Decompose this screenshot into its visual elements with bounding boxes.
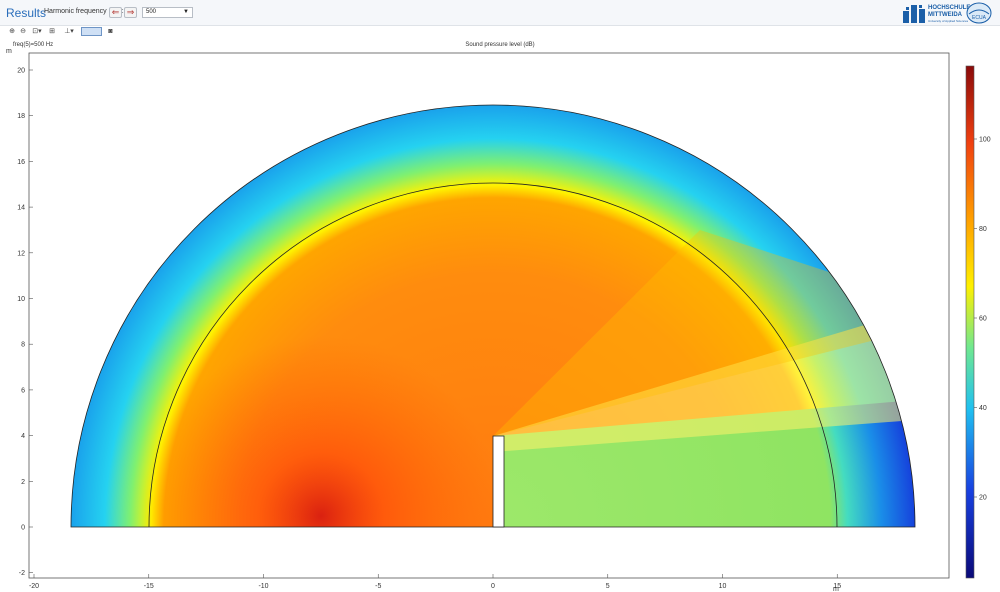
y-tick-label: 20 (17, 68, 25, 75)
y-tick-label: 12 (17, 250, 25, 257)
sound-pressure-plot[interactable]: -20 -15 -10 -5 0 5 10 15 -202468101214161820 m … (0, 0, 1000, 592)
y-tick-label: 6 (21, 387, 25, 394)
x-unit: m (833, 586, 839, 592)
colorbar (965, 65, 975, 579)
y-tick-label: 16 (17, 159, 25, 166)
colorbar-ticks: 20 40 60 80 100 (974, 137, 991, 502)
x-tick-label: 10 (719, 583, 727, 590)
y-tick-label: -2 (19, 570, 25, 577)
y-tick-label: 10 (17, 296, 25, 303)
colorbar-tick-label: 60 (979, 316, 987, 323)
x-tick-label: -5 (375, 583, 381, 590)
y-tick-label: 18 (17, 113, 25, 120)
colorbar-tick-label: 40 (979, 405, 987, 412)
x-tick-label: -15 (144, 583, 154, 590)
x-tick-label: 5 (606, 583, 610, 590)
y-tick-label: 2 (21, 479, 25, 486)
x-tick-label: 0 (491, 583, 495, 590)
colorbar-tick-label: 80 (979, 226, 987, 233)
x-tick-label: -10 (258, 583, 268, 590)
y-tick-label: 14 (17, 205, 25, 212)
colorbar-tick-label: 20 (979, 495, 987, 502)
y-tick-label: 4 (21, 433, 25, 440)
y-unit: m (6, 48, 12, 55)
x-tick-label: -20 (29, 583, 39, 590)
colorbar-tick-label: 100 (979, 137, 991, 144)
y-tick-label: 0 (21, 525, 25, 532)
y-tick-label: 8 (21, 342, 25, 349)
barrier-wall (492, 435, 505, 528)
